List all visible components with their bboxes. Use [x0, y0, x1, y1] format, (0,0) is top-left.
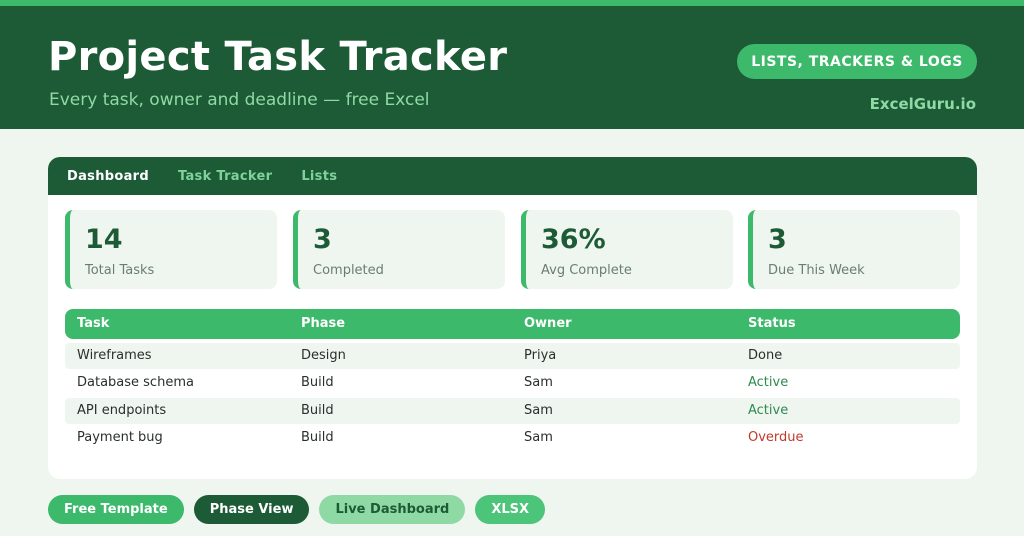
column-header-task: Task: [77, 316, 110, 331]
cell-status: Active: [748, 375, 789, 390]
kpi-value: 36%: [541, 224, 606, 255]
feature-chips: Free Template Phase View Live Dashboard …: [48, 495, 546, 524]
cell-status: Active: [748, 403, 789, 418]
cell-phase: Build: [301, 430, 334, 445]
cell-task: Wireframes: [77, 348, 152, 363]
kpi-card-total-tasks: 14 Total Tasks: [65, 210, 277, 289]
brand-name[interactable]: ExcelGuru.io: [870, 95, 976, 113]
page-subtitle: Every task, owner and deadline — free Ex…: [49, 90, 430, 110]
table-header: Task Phase Owner Status: [65, 309, 960, 339]
kpi-card-completed: 3 Completed: [293, 210, 505, 289]
table-row[interactable]: API endpoints Build Sam Active: [65, 398, 960, 424]
tab-dashboard[interactable]: Dashboard: [67, 169, 149, 184]
page-title: Project Task Tracker: [48, 34, 508, 80]
cell-status: Overdue: [748, 430, 804, 445]
kpi-label: Due This Week: [768, 263, 865, 278]
tab-lists[interactable]: Lists: [301, 169, 337, 184]
chip-live-dashboard[interactable]: Live Dashboard: [319, 495, 466, 524]
cell-task: Payment bug: [77, 430, 163, 445]
column-header-owner: Owner: [524, 316, 572, 331]
kpi-label: Completed: [313, 263, 384, 278]
chip-free-template[interactable]: Free Template: [48, 495, 184, 524]
kpi-label: Avg Complete: [541, 263, 632, 278]
cell-task: Database schema: [77, 375, 194, 390]
kpi-card-avg-complete: 36% Avg Complete: [521, 210, 733, 289]
cell-status: Done: [748, 348, 783, 363]
cell-phase: Build: [301, 375, 334, 390]
cell-owner: Priya: [524, 348, 557, 363]
sheet-tabs: Dashboard Task Tracker Lists: [48, 157, 977, 195]
cell-owner: Sam: [524, 403, 553, 418]
cell-phase: Design: [301, 348, 346, 363]
chip-xlsx[interactable]: XLSX: [475, 495, 546, 524]
table-row[interactable]: Database schema Build Sam Active: [65, 370, 960, 396]
column-header-phase: Phase: [301, 316, 346, 331]
kpi-value: 14: [85, 224, 123, 255]
table-row[interactable]: Payment bug Build Sam Overdue: [65, 425, 960, 451]
chip-phase-view[interactable]: Phase View: [193, 495, 310, 524]
page-header: Project Task Tracker Every task, owner a…: [0, 6, 1024, 129]
cell-owner: Sam: [524, 375, 553, 390]
table-row[interactable]: Wireframes Design Priya Done: [65, 343, 960, 369]
cell-owner: Sam: [524, 430, 553, 445]
category-badge[interactable]: LISTS, TRACKERS & LOGS: [737, 44, 977, 79]
kpi-value: 3: [313, 224, 332, 255]
kpi-card-due-this-week: 3 Due This Week: [748, 210, 960, 289]
spreadsheet-preview-card: Dashboard Task Tracker Lists 14 Total Ta…: [48, 157, 977, 479]
tab-task-tracker[interactable]: Task Tracker: [178, 169, 272, 184]
cell-task: API endpoints: [77, 403, 167, 418]
cell-phase: Build: [301, 403, 334, 418]
column-header-status: Status: [748, 316, 796, 331]
kpi-value: 3: [768, 224, 787, 255]
kpi-label: Total Tasks: [85, 263, 155, 278]
